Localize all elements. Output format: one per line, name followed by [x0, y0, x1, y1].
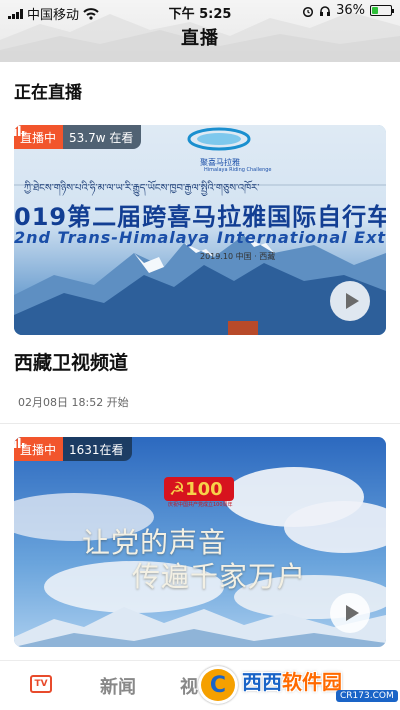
viewer-count: 1631在看 — [63, 437, 132, 461]
live-label: 直播中 — [20, 130, 57, 145]
tab-news[interactable]: 新闻 — [100, 673, 136, 699]
live-bars-icon — [14, 126, 25, 136]
play-icon[interactable] — [330, 593, 370, 633]
section-title: 正在直播 — [14, 83, 82, 103]
live-badge: 直播中 53.7w 在看 — [14, 125, 142, 149]
banner-title-english: 2nd Trans-Himalaya International Extreme… — [14, 228, 386, 247]
divider — [0, 423, 400, 424]
live-card-thumbnail[interactable]: ཀྱི་ཐེངས་གཉིས་པའི་ཧི་མ་ལ་ཡ་རི་རྒྱུད་ཡོངས… — [14, 125, 386, 335]
anniversary-subtext: 庆祝中国共产党成立100周年 — [168, 502, 233, 508]
slogan-line-2: 传遍千家万户 — [132, 560, 307, 593]
channel-title[interactable]: 西藏卫视频道 — [14, 348, 128, 375]
battery-icon — [370, 5, 394, 16]
tv-tab-icon[interactable]: TV — [30, 675, 52, 693]
live-card-thumbnail[interactable]: ☭100 庆祝中国共产党成立100周年 让党的声音 传遍千家万户 直播中 163… — [14, 437, 386, 647]
tab-video[interactable]: 视 — [180, 673, 198, 699]
status-bar: 中国移动 下午 5:25 36% — [0, 0, 400, 23]
viewer-count: 53.7w 在看 — [63, 125, 142, 149]
banner-logo-subtext: Himalaya Riding Challenge — [204, 167, 272, 173]
alarm-icon — [303, 6, 314, 17]
banner-title-chinese: 019第二届跨喜马拉雅国际自行车 — [14, 203, 386, 231]
banner-date: 2019.10 中国 · 西藏 — [200, 252, 276, 261]
live-label: 直播中 — [20, 442, 57, 457]
watermark-text: 西西软件园 — [242, 670, 342, 694]
svg-text:☭100: ☭100 — [169, 479, 223, 500]
live-badge: 直播中 1631在看 — [14, 437, 132, 461]
live-bars-icon — [14, 438, 25, 448]
page-title: 直播 — [181, 28, 219, 49]
watermark-url: CR173.COM — [336, 690, 398, 702]
watermark-logo-icon: C — [198, 666, 238, 704]
play-icon[interactable] — [330, 281, 370, 321]
start-time: 02月08日 18:52 开始 — [18, 396, 129, 409]
headphones-icon — [320, 5, 331, 16]
battery-percent: 36% — [336, 3, 365, 18]
top-bar: 中国移动 下午 5:25 36% 直播 — [0, 0, 400, 62]
watermark: C 西西软件园 CR173.COM — [198, 664, 398, 706]
